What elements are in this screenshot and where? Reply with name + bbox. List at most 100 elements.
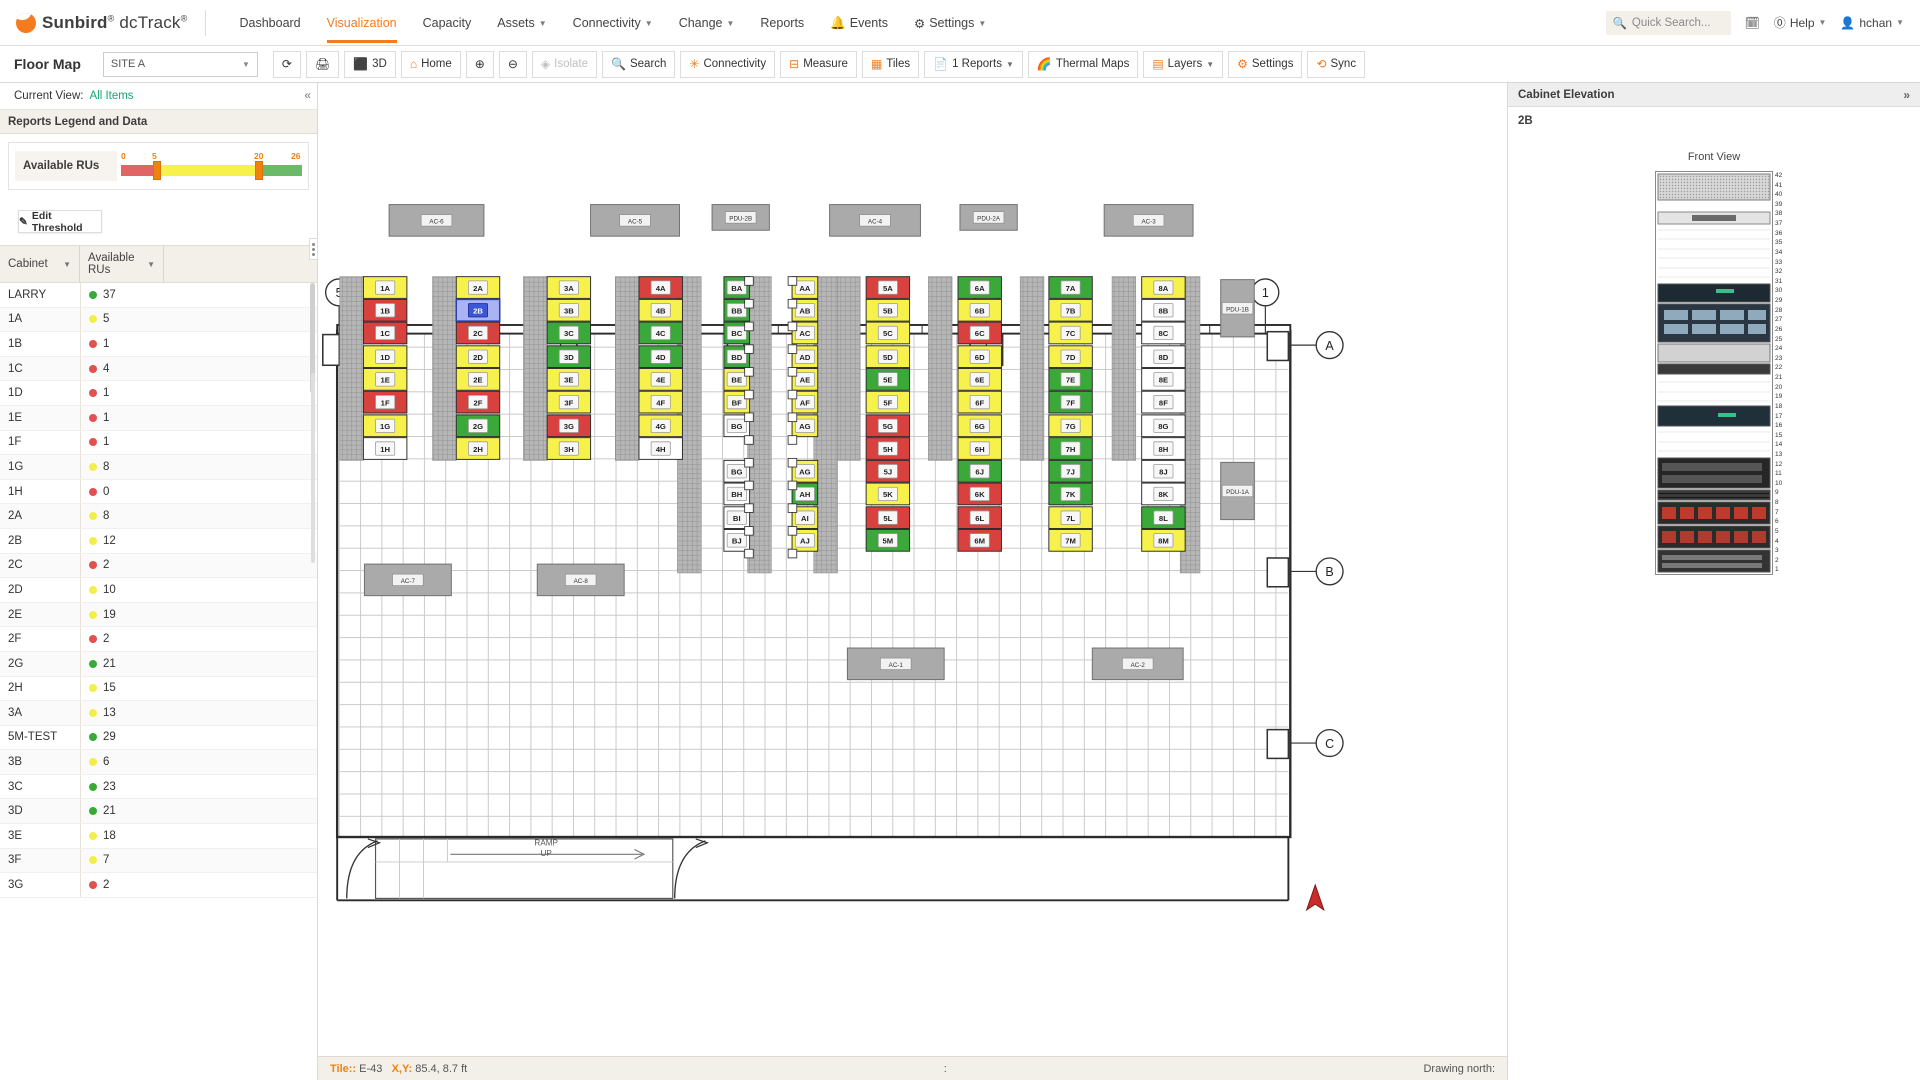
cabinet[interactable]: 7L <box>1048 506 1093 529</box>
nav-item-connectivity[interactable]: Connectivity ▼ <box>560 2 666 43</box>
cabinet[interactable]: 6C <box>957 321 1002 345</box>
cabinet[interactable]: 6M <box>957 529 1002 552</box>
cabinet[interactable]: 2A <box>455 276 501 299</box>
ac-unit[interactable]: PDU-2A <box>959 204 1018 231</box>
cabinet[interactable]: 8A <box>1141 276 1186 299</box>
nav-item-capacity[interactable]: Capacity <box>410 2 485 43</box>
cabinet[interactable]: 7E <box>1048 368 1093 391</box>
table-row[interactable]: 3E 18 <box>0 824 317 849</box>
home-button[interactable]: ⌂ Home <box>400 50 461 78</box>
cabinet[interactable]: 8D <box>1141 345 1186 369</box>
print-button[interactable]: 🖨 <box>305 50 340 78</box>
cabinet[interactable]: 4D <box>638 345 683 369</box>
cabinet[interactable]: 6F <box>957 390 1002 414</box>
slider-handle-low[interactable] <box>153 161 161 180</box>
collapse-panel-button[interactable]: « <box>304 88 311 102</box>
column-header-available-rus[interactable]: Available RUs ▼ <box>80 246 164 282</box>
cabinet[interactable]: 5L <box>865 506 911 529</box>
cabinet[interactable]: 7H <box>1048 437 1093 460</box>
cabinet[interactable]: 8B <box>1141 298 1186 322</box>
table-row[interactable]: 3A 13 <box>0 701 317 726</box>
ac-unit[interactable]: PDU-2B <box>711 204 770 231</box>
cabinet[interactable]: 6H <box>957 437 1002 460</box>
site-selector[interactable]: SITE A ▼ <box>102 51 258 77</box>
cabinet[interactable]: 4A <box>638 276 683 299</box>
nav-item-reports[interactable]: Reports <box>747 2 817 43</box>
cabinet[interactable]: 5G <box>865 414 911 438</box>
cabinet[interactable]: 5H <box>865 437 911 460</box>
table-row[interactable]: 3D 21 <box>0 799 317 825</box>
cabinet[interactable]: 7M <box>1048 529 1093 552</box>
cabinet[interactable]: 1E <box>362 368 408 391</box>
cabinet[interactable]: 4B <box>638 298 683 322</box>
table-row[interactable]: 1F 1 <box>0 430 317 456</box>
cabinet[interactable]: 6L <box>957 506 1002 529</box>
user-menu[interactable]: 👤 hchan ▼ <box>1840 16 1904 30</box>
layers-button[interactable]: ▤ Layers ▼ <box>1143 50 1224 78</box>
ac-unit[interactable]: AC-6 <box>388 204 485 237</box>
cabinet[interactable]: 2E <box>455 368 501 391</box>
edit-threshold-button[interactable]: ✎ Edit Threshold <box>18 210 102 234</box>
table-row[interactable]: 5M-TEST 29 <box>0 725 317 751</box>
cabinet[interactable]: 7C <box>1048 321 1093 345</box>
table-row[interactable]: LARRY 37 <box>0 283 317 308</box>
cabinet[interactable]: 2F <box>455 390 501 414</box>
tiles-button[interactable]: ▦ Tiles <box>861 50 920 78</box>
cabinet[interactable]: 1D <box>362 345 408 369</box>
cabinet[interactable]: 3C <box>546 321 592 345</box>
cabinet[interactable]: 8C <box>1141 321 1186 345</box>
cabinet[interactable]: 8L <box>1141 506 1186 529</box>
search-button[interactable]: 🔍 Search <box>602 50 676 78</box>
cabinet[interactable]: 6A <box>957 276 1002 299</box>
cabinet[interactable]: 1C <box>362 321 408 345</box>
ac-unit[interactable]: AC-3 <box>1103 204 1194 237</box>
cabinet[interactable]: 8J <box>1141 459 1186 483</box>
cabinet[interactable]: 5F <box>865 390 911 414</box>
table-row[interactable]: 2E 19 <box>0 602 317 628</box>
cabinet[interactable]: 4C <box>638 321 683 345</box>
chevron-double-right-icon[interactable]: » <box>1903 88 1910 102</box>
cabinet[interactable]: 6G <box>957 414 1002 438</box>
column-header-cabinet[interactable]: Cabinet ▼ <box>0 246 80 282</box>
table-row[interactable]: 3G 2 <box>0 873 317 898</box>
cabinet[interactable]: 2G <box>455 414 501 438</box>
refresh-button[interactable]: ⟳ <box>272 50 301 78</box>
cabinet[interactable]: 6E <box>957 368 1002 391</box>
cabinet[interactable]: 3H <box>546 437 592 460</box>
reports-button[interactable]: 📄 1 Reports ▼ <box>924 50 1023 78</box>
cabinet-elevation-diagram[interactable]: 42 41 40 39 38 37 36 35 34 33 32 31 30 29 28 27 26 25 24 23… <box>1655 171 1782 575</box>
table-row[interactable]: 2G 21 <box>0 651 317 677</box>
cabinet[interactable]: 8K <box>1141 482 1186 506</box>
table-row[interactable]: 1D 1 <box>0 381 317 406</box>
cabinet[interactable]: 7G <box>1048 414 1093 438</box>
table-row[interactable]: 3F 7 <box>0 848 317 874</box>
cabinet[interactable]: 7K <box>1048 482 1093 506</box>
cabinet[interactable]: 3A <box>546 276 592 299</box>
zoom-in-button[interactable]: ⊕ <box>465 50 494 78</box>
table-row[interactable]: 2D 10 <box>0 578 317 603</box>
cabinet[interactable]: 5J <box>865 459 911 483</box>
ac-unit[interactable]: PDU-1A <box>1220 461 1255 521</box>
cabinet[interactable]: 6K <box>957 482 1002 506</box>
table-row[interactable]: 1H 0 <box>0 479 317 505</box>
nav-item-assets[interactable]: Assets ▼ <box>484 2 559 43</box>
slider-handle-high[interactable] <box>255 161 263 180</box>
sync-button[interactable]: ⟲ Sync <box>1307 50 1366 78</box>
nav-item-change[interactable]: Change ▼ <box>666 2 748 43</box>
cabinet[interactable]: 4F <box>638 390 683 414</box>
calendar-button[interactable]: 🗓 <box>1745 16 1760 30</box>
cabinet[interactable]: 3F <box>546 390 592 414</box>
nav-item-events[interactable]: 🔔 Events <box>817 2 901 44</box>
ac-unit[interactable]: PDU-1B <box>1220 279 1255 338</box>
cabinet[interactable]: 4H <box>638 437 683 460</box>
panel-resize-grip[interactable] <box>309 238 318 260</box>
ac-unit[interactable]: AC-5 <box>590 204 680 237</box>
settings-button[interactable]: ⚙ Settings <box>1228 50 1303 78</box>
cabinet[interactable]: 8E <box>1141 368 1186 391</box>
cabinet[interactable]: 7D <box>1048 345 1093 369</box>
cabinet[interactable]: 1F <box>362 390 408 414</box>
threshold-slider[interactable]: 0 5 20 26 <box>121 151 302 181</box>
ac-unit[interactable]: AC-7 <box>363 563 452 597</box>
nav-item-dashboard[interactable]: Dashboard <box>226 2 313 43</box>
cabinet[interactable]: 3D <box>546 345 592 369</box>
